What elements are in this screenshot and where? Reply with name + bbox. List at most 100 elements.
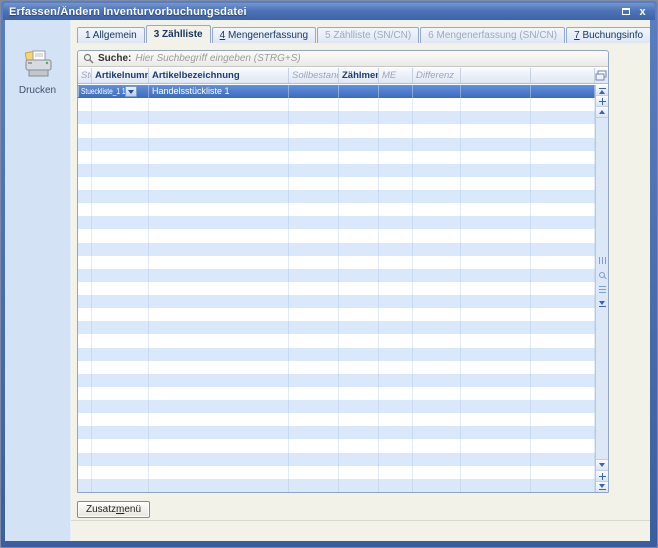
grid-header-cells: SteuArtikelnummerArtikelbezeichnungSollb… <box>78 68 595 83</box>
table-row[interactable] <box>78 243 595 256</box>
table-cell <box>339 413 379 426</box>
table-row[interactable] <box>78 321 595 334</box>
artikelnummer-combo[interactable]: Stueckliste_1 1 <box>78 85 149 98</box>
table-cell <box>92 243 149 256</box>
scroll-up-button[interactable] <box>596 107 608 118</box>
table-row[interactable] <box>78 229 595 242</box>
table-cell <box>78 321 92 334</box>
magnifier-icon[interactable] <box>599 272 605 278</box>
table-row[interactable] <box>78 426 595 439</box>
vertical-scrollbar[interactable] <box>595 85 608 492</box>
table-row[interactable] <box>78 413 595 426</box>
table-cell <box>413 295 461 308</box>
table-cell <box>149 374 289 387</box>
table-row[interactable] <box>78 98 595 111</box>
table-row[interactable] <box>78 282 595 295</box>
print-command[interactable]: Drucken <box>5 50 70 96</box>
table-row[interactable] <box>78 216 595 229</box>
tab-7-buchungsinfo[interactable]: 7 Buchungsinfo <box>566 27 650 43</box>
table-row[interactable] <box>78 453 595 466</box>
table-cell <box>289 177 339 190</box>
column-header-blank[interactable] <box>531 68 595 83</box>
columns-icon[interactable] <box>599 257 606 264</box>
scroll-plus-bottom-button[interactable] <box>596 470 608 481</box>
scroll-plus-top-button[interactable] <box>596 96 608 107</box>
scroll-last-button[interactable] <box>596 481 608 492</box>
restore-icon <box>622 8 630 15</box>
table-row[interactable] <box>78 151 595 164</box>
table-cell <box>461 124 531 137</box>
table-cell <box>379 124 413 137</box>
table-row[interactable] <box>78 138 595 151</box>
column-header-steu[interactable]: Steu <box>78 68 92 83</box>
tab-3-zählliste[interactable]: 3 Zählliste <box>146 25 211 43</box>
table-cell <box>92 413 149 426</box>
table-cell <box>461 190 531 203</box>
table-row[interactable] <box>78 400 595 413</box>
table-row[interactable] <box>78 374 595 387</box>
table-row[interactable] <box>78 439 595 452</box>
table-cell <box>531 400 595 413</box>
grid-tool-strip <box>596 257 608 308</box>
scroll-down-button[interactable] <box>596 459 608 470</box>
column-header-zählmenge[interactable]: Zählmenge <box>339 68 379 83</box>
table-row[interactable] <box>78 334 595 347</box>
table-row[interactable] <box>78 269 595 282</box>
column-header-artikelbezeichnung[interactable]: Artikelbezeichnung <box>149 68 289 83</box>
table-cell <box>78 269 92 282</box>
table-cell <box>149 334 289 347</box>
table-row[interactable] <box>78 203 595 216</box>
scroll-first-button[interactable] <box>596 85 608 96</box>
table-cell <box>339 269 379 282</box>
table-cell <box>413 203 461 216</box>
table-row[interactable] <box>78 256 595 269</box>
restore-button[interactable] <box>619 6 632 18</box>
table-row[interactable] <box>78 295 595 308</box>
table-cell <box>461 269 531 282</box>
table-cell <box>78 334 92 347</box>
table-row[interactable] <box>78 387 595 400</box>
table-cell <box>149 216 289 229</box>
tab-1-allgemein[interactable]: 1 Allgemein <box>77 27 145 43</box>
table-cell <box>379 374 413 387</box>
table-cell <box>78 203 92 216</box>
table-cell <box>339 426 379 439</box>
table-cell <box>78 374 92 387</box>
table-row-selected[interactable]: Stueckliste_1 1Handelsstückliste 1 <box>78 85 595 98</box>
table-cell <box>413 321 461 334</box>
pin-icon[interactable] <box>599 301 606 308</box>
table-row[interactable] <box>78 361 595 374</box>
table-cell <box>379 203 413 216</box>
window-title: Erfassen/Ändern Inventurvorbuchungsdatei <box>9 6 619 18</box>
combo-dropdown-button[interactable] <box>125 86 137 97</box>
table-cell <box>531 426 595 439</box>
table-row[interactable] <box>78 124 595 137</box>
column-header-artikelnummer[interactable]: Artikelnummer <box>92 68 149 83</box>
rows-icon[interactable] <box>599 286 606 293</box>
table-row[interactable] <box>78 111 595 124</box>
table-cell <box>149 243 289 256</box>
column-chooser-icon[interactable] <box>595 70 607 82</box>
table-row[interactable] <box>78 348 595 361</box>
search-row[interactable]: Suche: Hier Suchbegriff eingeben (STRG+S… <box>78 51 608 67</box>
close-button[interactable]: x <box>636 6 649 18</box>
table-row[interactable] <box>78 308 595 321</box>
column-header-differenz[interactable]: Differenz <box>413 68 461 83</box>
table-row[interactable] <box>78 177 595 190</box>
zusatzmenu-button[interactable]: Zusatzmenü <box>77 501 150 518</box>
table-cell <box>92 177 149 190</box>
table-row[interactable] <box>78 466 595 479</box>
tab-4-mengenerfassung[interactable]: 4 Mengenerfassung <box>212 27 316 43</box>
table-row[interactable] <box>78 164 595 177</box>
table-row[interactable] <box>78 479 595 492</box>
column-header-me[interactable]: ME <box>379 68 413 83</box>
table-cell <box>339 203 379 216</box>
title-bar[interactable]: Erfassen/Ändern Inventurvorbuchungsdatei… <box>3 3 655 20</box>
chevron-down-icon <box>599 301 605 305</box>
search-input[interactable]: Hier Suchbegriff eingeben (STRG+S) <box>135 53 300 64</box>
close-icon: x <box>639 7 645 17</box>
table-cell <box>339 229 379 242</box>
column-header-blank[interactable] <box>461 68 531 83</box>
table-row[interactable] <box>78 190 595 203</box>
column-header-sollbestand[interactable]: Sollbestand <box>289 68 339 83</box>
